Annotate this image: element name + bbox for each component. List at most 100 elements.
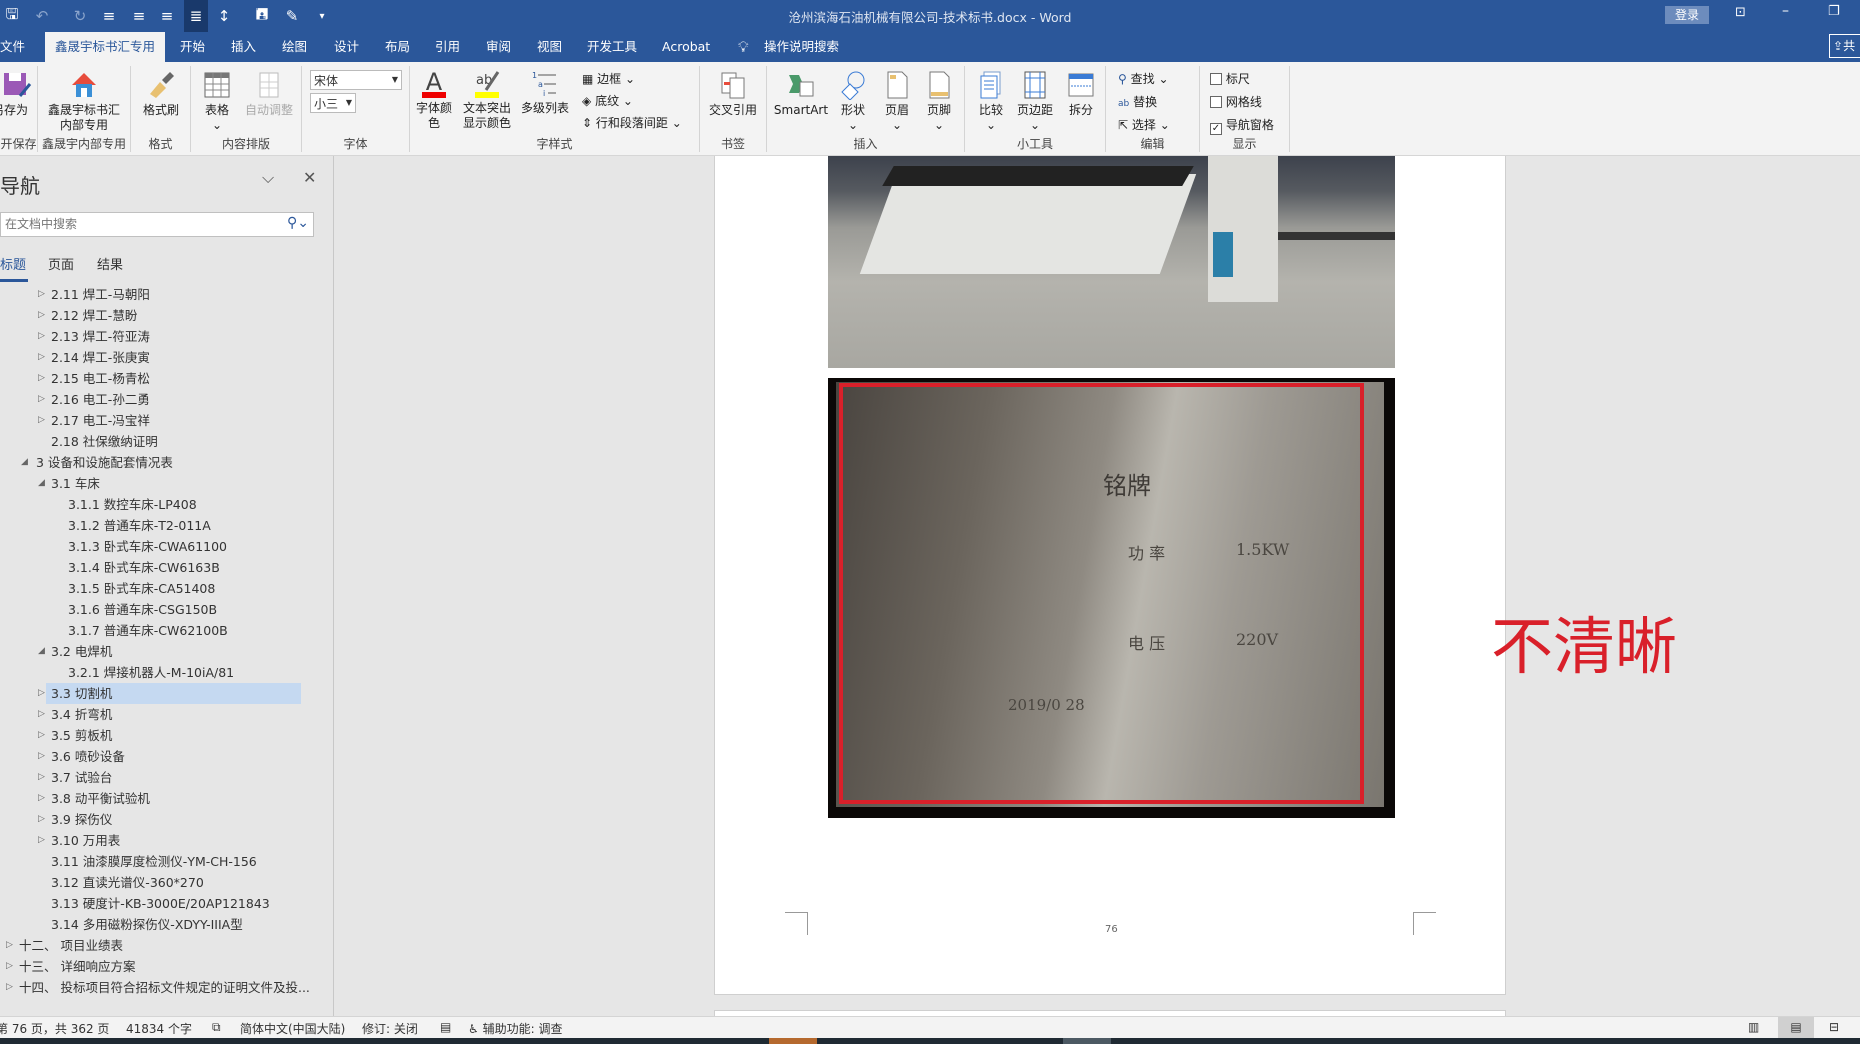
nav-heading-item[interactable]: ▷ 2.11 焊工-马朝阳: [0, 284, 334, 305]
login-button[interactable]: 登录: [1665, 6, 1709, 24]
collapsed-arrow-icon[interactable]: ▷: [38, 809, 45, 830]
word-count[interactable]: 41834 个字: [126, 1020, 192, 1037]
nav-heading-item[interactable]: ▷ 3.9 探伤仪: [0, 809, 334, 830]
save-as-button[interactable]: 另存为: [0, 70, 34, 118]
compare-button[interactable]: 比较 ⌄: [973, 70, 1009, 133]
multilevel-list-button[interactable]: 1ai 多级列表: [520, 68, 570, 116]
taskbar-app[interactable]: [769, 1038, 817, 1044]
replace-button[interactable]: ab 替换: [1118, 93, 1157, 110]
nav-heading-item[interactable]: 3.2.1 焊接机器人-M-10iA/81: [0, 662, 334, 683]
tab-draw[interactable]: 绘图: [282, 32, 307, 62]
nav-pane-checkbox[interactable]: ✓ 导航窗格: [1210, 116, 1274, 135]
collapsed-arrow-icon[interactable]: ▷: [38, 725, 45, 746]
auto-adjust-button[interactable]: 自动调整: [241, 70, 297, 118]
tab-acrobat[interactable]: Acrobat: [662, 32, 710, 62]
nav-heading-item[interactable]: 3.1.3 卧式车床-CWA61100: [0, 536, 334, 557]
close-icon[interactable]: ✕: [303, 168, 316, 187]
page-count[interactable]: 第 76 页，共 362 页: [0, 1020, 109, 1037]
restore-icon[interactable]: ❐: [1828, 4, 1840, 19]
collapsed-arrow-icon[interactable]: ▷: [38, 347, 45, 368]
select-button[interactable]: ⇱ 选择 ⌄: [1118, 116, 1170, 133]
ribbon-display-icon[interactable]: ⊡: [1735, 5, 1746, 20]
nav-heading-item[interactable]: ▷ 3.7 试验台: [0, 767, 334, 788]
ruler-checkbox[interactable]: 标尺: [1210, 70, 1250, 87]
tab-design[interactable]: 设计: [334, 32, 359, 62]
tab-pages[interactable]: 页面: [48, 254, 74, 273]
share-button[interactable]: ⇪共: [1829, 34, 1860, 58]
minimize-icon[interactable]: –: [1782, 3, 1789, 19]
nav-heading-item[interactable]: ▷ 2.17 电工-冯宝祥: [0, 410, 334, 431]
tab-layout[interactable]: 布局: [385, 32, 410, 62]
nav-heading-item[interactable]: ◢ 3 设备和设施配套情况表: [0, 452, 334, 473]
nav-heading-item[interactable]: 3.1.5 卧式车床-CA51408: [0, 578, 334, 599]
collapsed-arrow-icon[interactable]: ▷: [6, 935, 13, 956]
shapes-button[interactable]: 形状 ⌄: [833, 70, 873, 133]
nav-heading-item[interactable]: 3.1.7 普通车床-CW62100B: [0, 620, 334, 641]
nav-heading-item[interactable]: ▷ 十三、 详细响应方案: [0, 956, 334, 977]
nav-heading-item[interactable]: 2.18 社保缴纳证明: [0, 431, 334, 452]
nav-heading-item[interactable]: 3.1.6 普通车床-CSG150B: [0, 599, 334, 620]
search-icon[interactable]: ⚲⌄: [287, 215, 309, 231]
nav-heading-item[interactable]: ▷ 2.16 电工-孙二勇: [0, 389, 334, 410]
nav-heading-item[interactable]: ▷ 3.6 喷砂设备: [0, 746, 334, 767]
nav-heading-item[interactable]: ▷ 2.12 焊工-慧盼: [0, 305, 334, 326]
collapsed-arrow-icon[interactable]: ▷: [38, 746, 45, 767]
read-mode-icon[interactable]: ▥: [1748, 1020, 1759, 1034]
macro-icon[interactable]: ▤: [440, 1020, 451, 1034]
nav-heading-item[interactable]: ▷ 3.5 剪板机: [0, 725, 334, 746]
collapsed-arrow-icon[interactable]: ▷: [38, 410, 45, 431]
highlight-button[interactable]: ab 文本突出显示颜色: [460, 68, 514, 131]
tab-references[interactable]: 引用: [435, 32, 460, 62]
web-layout-icon[interactable]: ⊟: [1829, 1020, 1839, 1034]
border-button[interactable]: ▦ 边框 ⌄: [582, 70, 635, 87]
nav-heading-item[interactable]: ▷ 2.14 焊工-张庚寅: [0, 347, 334, 368]
font-color-button[interactable]: A 字体颜色: [414, 68, 454, 131]
font-name-select[interactable]: 宋体 ▼: [310, 70, 402, 90]
nav-heading-item[interactable]: 3.1.1 数控车床-LP408: [0, 494, 334, 515]
accessibility-status[interactable]: ♿︎ 辅助功能: 调查: [468, 1020, 562, 1037]
tab-home[interactable]: 开始: [180, 32, 205, 62]
font-size-select[interactable]: 小三 ▼: [310, 93, 356, 113]
collapsed-arrow-icon[interactable]: ▷: [38, 368, 45, 389]
taskbar-app[interactable]: [1063, 1038, 1111, 1044]
nav-heading-item[interactable]: ◢ 3.1 车床: [0, 473, 334, 494]
tab-xinshengyu[interactable]: 鑫晟宇标书汇专用: [45, 32, 166, 62]
collapsed-arrow-icon[interactable]: ▷: [38, 788, 45, 809]
tab-headings[interactable]: 标题: [0, 254, 29, 282]
print-layout-icon[interactable]: ▤: [1778, 1017, 1814, 1038]
collapsed-arrow-icon[interactable]: ▷: [38, 767, 45, 788]
margins-button[interactable]: 页边距 ⌄: [1013, 70, 1057, 133]
tab-view[interactable]: 视图: [537, 32, 562, 62]
tab-review[interactable]: 审阅: [486, 32, 511, 62]
nav-search-input[interactable]: [1, 213, 271, 235]
proofing-icon[interactable]: ⧉: [212, 1020, 221, 1035]
nav-heading-item[interactable]: 3.14 多用磁粉探伤仪-XDYY-IIIA型: [0, 914, 334, 935]
nav-heading-item[interactable]: ▷ 3.10 万用表: [0, 830, 334, 851]
tab-file[interactable]: 文件: [0, 32, 25, 62]
expanded-arrow-icon[interactable]: ◢: [38, 641, 45, 662]
nav-heading-item[interactable]: ▷ 3.8 动平衡试验机: [0, 788, 334, 809]
collapsed-arrow-icon[interactable]: ▷: [38, 326, 45, 347]
expanded-arrow-icon[interactable]: ◢: [38, 473, 45, 494]
nav-heading-item[interactable]: 3.1.4 卧式车床-CW6163B: [0, 557, 334, 578]
collapsed-arrow-icon[interactable]: ▷: [38, 683, 45, 704]
nav-heading-item[interactable]: 3.12 直读光谱仪-360*270: [0, 872, 334, 893]
chevron-down-icon[interactable]: ⌵: [262, 168, 274, 188]
collapsed-arrow-icon[interactable]: ▷: [38, 284, 45, 305]
nav-heading-item[interactable]: ▷ 十二、 项目业绩表: [0, 935, 334, 956]
table-button[interactable]: 表格 ⌄: [199, 70, 235, 133]
cross-reference-button[interactable]: 交叉引用: [704, 70, 762, 118]
collapsed-arrow-icon[interactable]: ▷: [6, 977, 13, 998]
smartart-button[interactable]: SmartArt: [773, 70, 829, 118]
nav-heading-item[interactable]: 3.1.2 普通车床-T2-011A: [0, 515, 334, 536]
internal-button[interactable]: 鑫晟宇标书汇内部专用: [46, 70, 122, 133]
nav-heading-item[interactable]: ▷ 十四、 投标项目符合招标文件规定的证明文件及投...: [0, 977, 334, 998]
collapsed-arrow-icon[interactable]: ▷: [38, 704, 45, 725]
header-button[interactable]: 页眉 ⌄: [877, 70, 917, 133]
nav-heading-item[interactable]: 3.13 硬度计-KB-3000E/20AP121843: [0, 893, 334, 914]
expanded-arrow-icon[interactable]: ◢: [21, 452, 28, 473]
collapsed-arrow-icon[interactable]: ▷: [6, 956, 13, 977]
collapsed-arrow-icon[interactable]: ▷: [38, 389, 45, 410]
tab-results[interactable]: 结果: [97, 254, 123, 273]
spacing-button[interactable]: ⇕ 行和段落间距 ⌄: [582, 114, 682, 131]
